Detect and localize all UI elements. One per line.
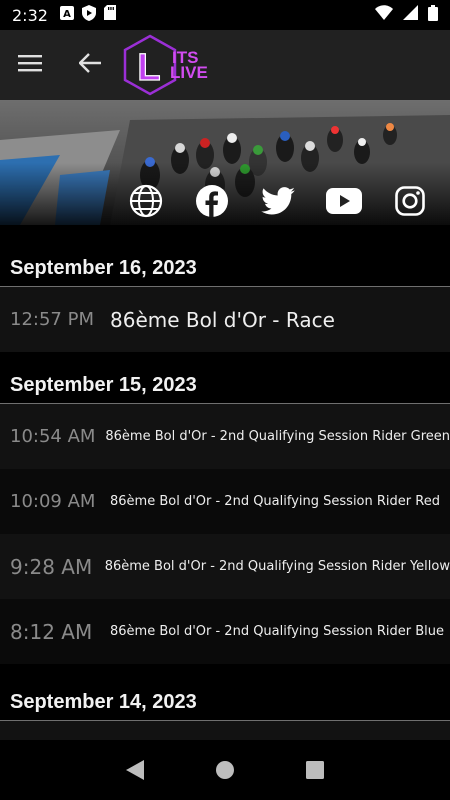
facebook-icon[interactable] — [194, 183, 230, 219]
nav-back-button[interactable] — [115, 750, 155, 790]
nav-home-button[interactable] — [205, 750, 245, 790]
hamburger-icon — [18, 54, 42, 77]
item-time: 10:54 AM — [10, 426, 96, 447]
globe-icon[interactable] — [128, 183, 164, 219]
wifi-icon — [375, 5, 393, 25]
system-nav-bar — [0, 740, 450, 800]
list-item[interactable]: 10:54 AM 86ème Bol d'Or - 2nd Qualifying… — [0, 404, 450, 469]
circle-home-icon — [216, 761, 234, 779]
item-time: 10:09 AM — [10, 491, 96, 512]
date-header: September 15, 2023 — [0, 367, 450, 404]
header-banner — [0, 100, 450, 225]
twitter-icon[interactable] — [260, 183, 296, 219]
menu-button[interactable] — [0, 30, 60, 100]
triangle-back-icon — [126, 760, 144, 780]
shield-icon — [81, 4, 96, 26]
date-header: September 14, 2023 — [0, 684, 450, 721]
date-header: September 16, 2023 — [0, 250, 450, 287]
item-title: 86ème Bol d'Or - 2nd Qualifying Session … — [110, 494, 440, 509]
nav-recents-button[interactable] — [295, 750, 335, 790]
item-title: 86ème Bol d'Or - Race — [110, 307, 335, 332]
sd-card-icon — [103, 5, 116, 25]
list-item[interactable]: 9:28 AM 86ème Bol d'Or - 2nd Qualifying … — [0, 534, 450, 599]
item-time: 9:28 AM — [10, 554, 93, 579]
arrow-back-icon — [78, 52, 101, 78]
list-item[interactable]: 12:57 PM 86ème Bol d'Or - Race — [0, 287, 450, 352]
app-bar: L ITS LIVE — [0, 30, 450, 100]
signal-icon — [403, 5, 418, 25]
social-links — [128, 183, 428, 219]
battery-icon — [428, 4, 438, 26]
list-item-partial[interactable] — [0, 721, 450, 740]
logo-text: ITS LIVE — [170, 49, 208, 82]
item-title: 86ème Bol d'Or - 2nd Qualifying Session … — [110, 624, 445, 639]
item-time: 12:57 PM — [10, 309, 94, 330]
item-title: 86ème Bol d'Or - 2nd Qualifying Session … — [104, 559, 450, 574]
item-title: 86ème Bol d'Or - 2nd Qualifying Session … — [105, 429, 450, 444]
logo-letter: L — [137, 47, 160, 89]
back-button[interactable] — [60, 30, 120, 100]
font-a-icon: A — [59, 5, 74, 25]
status-bar: 2:32 A — [0, 0, 450, 30]
logo-line2: LIVE — [170, 63, 208, 82]
list-item[interactable]: 10:09 AM 86ème Bol d'Or - 2nd Qualifying… — [0, 469, 450, 534]
video-list: September 16, 2023 12:57 PM 86ème Bol d'… — [0, 250, 450, 740]
item-time: 8:12 AM — [10, 619, 93, 644]
youtube-icon[interactable] — [326, 183, 362, 219]
square-recents-icon — [306, 761, 324, 779]
app-logo: L ITS LIVE — [122, 34, 208, 96]
svg-text:A: A — [63, 9, 71, 20]
status-time: 2:32 — [12, 5, 48, 25]
instagram-icon[interactable] — [392, 183, 428, 219]
list-item[interactable]: 8:12 AM 86ème Bol d'Or - 2nd Qualifying … — [0, 599, 450, 664]
